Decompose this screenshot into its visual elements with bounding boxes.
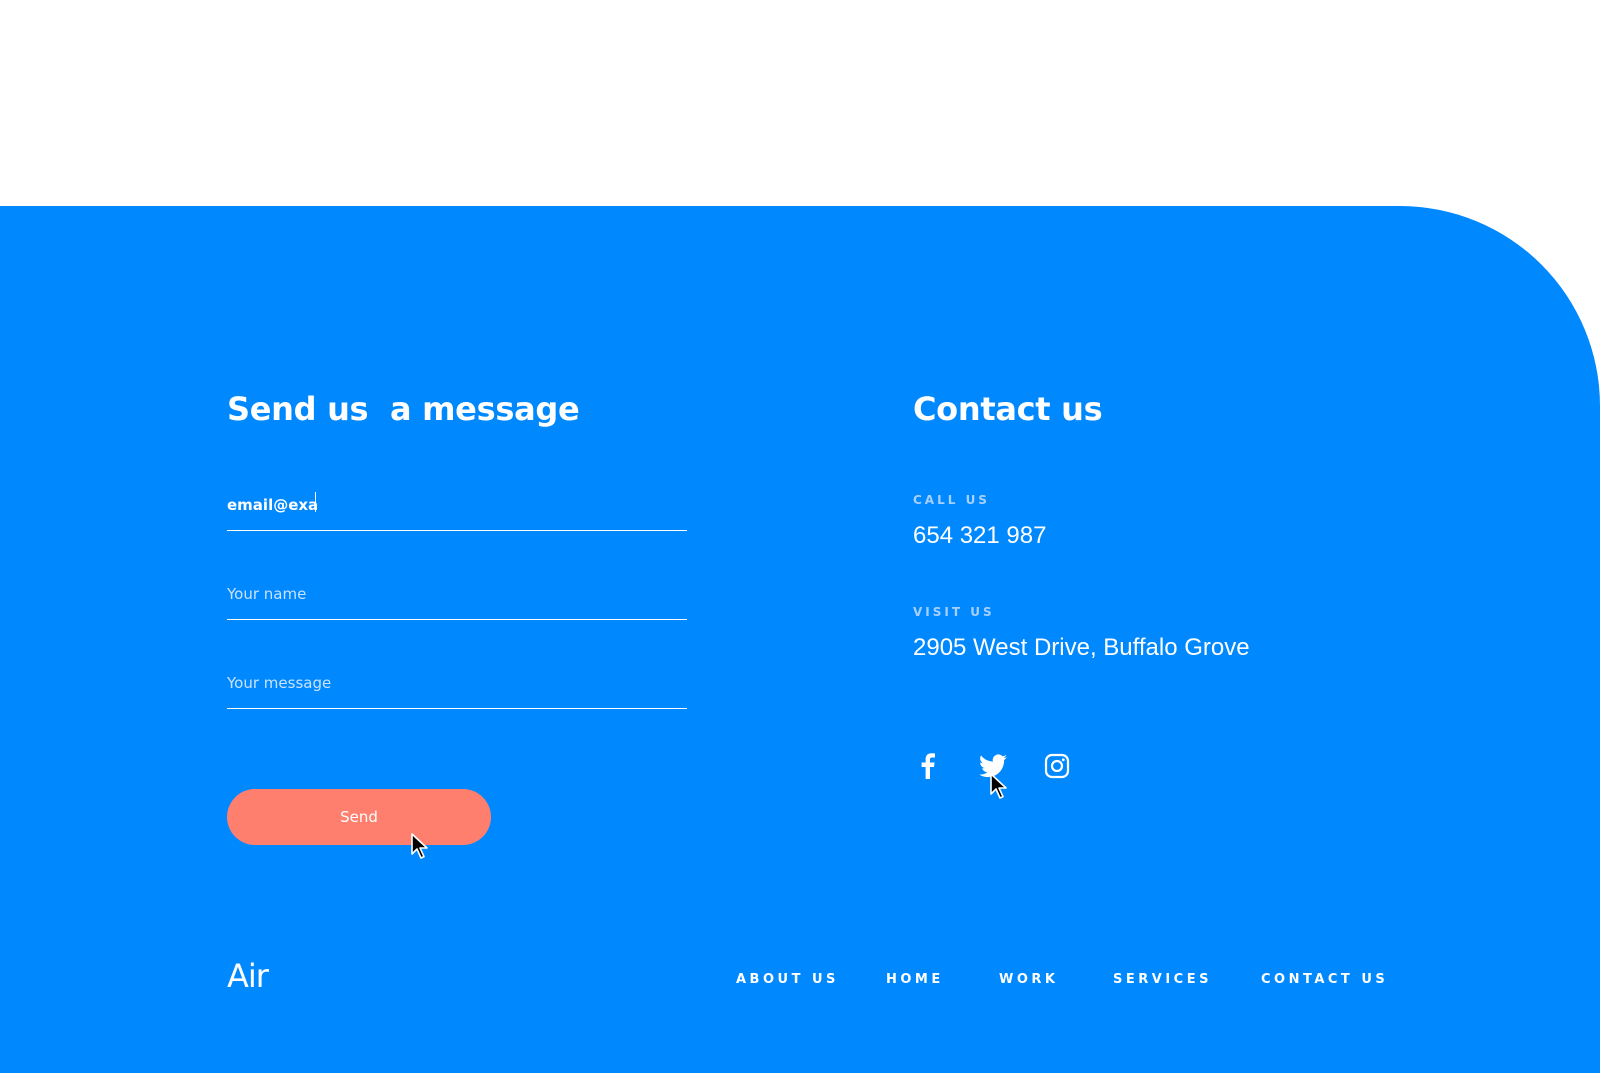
mouse-cursor-icon	[990, 773, 1007, 799]
phone-number: 654 321 987	[913, 522, 1047, 549]
nav-services[interactable]: SERVICES	[1113, 972, 1212, 987]
call-us-label: CALL US	[913, 493, 990, 507]
name-field-wrapper	[227, 571, 687, 620]
message-field-wrapper	[227, 660, 687, 709]
contact-heading: Contact us	[913, 390, 1103, 428]
name-input[interactable]	[227, 585, 687, 603]
email-input[interactable]	[227, 496, 687, 514]
mouse-cursor-icon	[411, 833, 428, 859]
contact-footer-section	[0, 206, 1600, 1073]
message-input[interactable]	[227, 674, 687, 692]
logo[interactable]: Air	[227, 957, 269, 995]
facebook-link[interactable]	[912, 750, 944, 782]
facebook-icon	[921, 753, 935, 779]
nav-home[interactable]: HOME	[886, 972, 944, 987]
nav-contact-us[interactable]: CONTACT US	[1261, 972, 1388, 987]
visit-us-label: VISIT US	[913, 605, 995, 619]
nav-about-us[interactable]: ABOUT US	[736, 972, 839, 987]
instagram-icon	[1044, 753, 1070, 779]
instagram-link[interactable]	[1041, 750, 1073, 782]
text-caret	[315, 492, 316, 512]
nav-work[interactable]: WORK	[999, 972, 1058, 987]
send-button[interactable]: Send	[227, 789, 491, 845]
form-heading: Send us a message	[227, 390, 580, 428]
address: 2905 West Drive, Buffalo Grove	[913, 634, 1250, 661]
email-field-wrapper	[227, 482, 687, 531]
